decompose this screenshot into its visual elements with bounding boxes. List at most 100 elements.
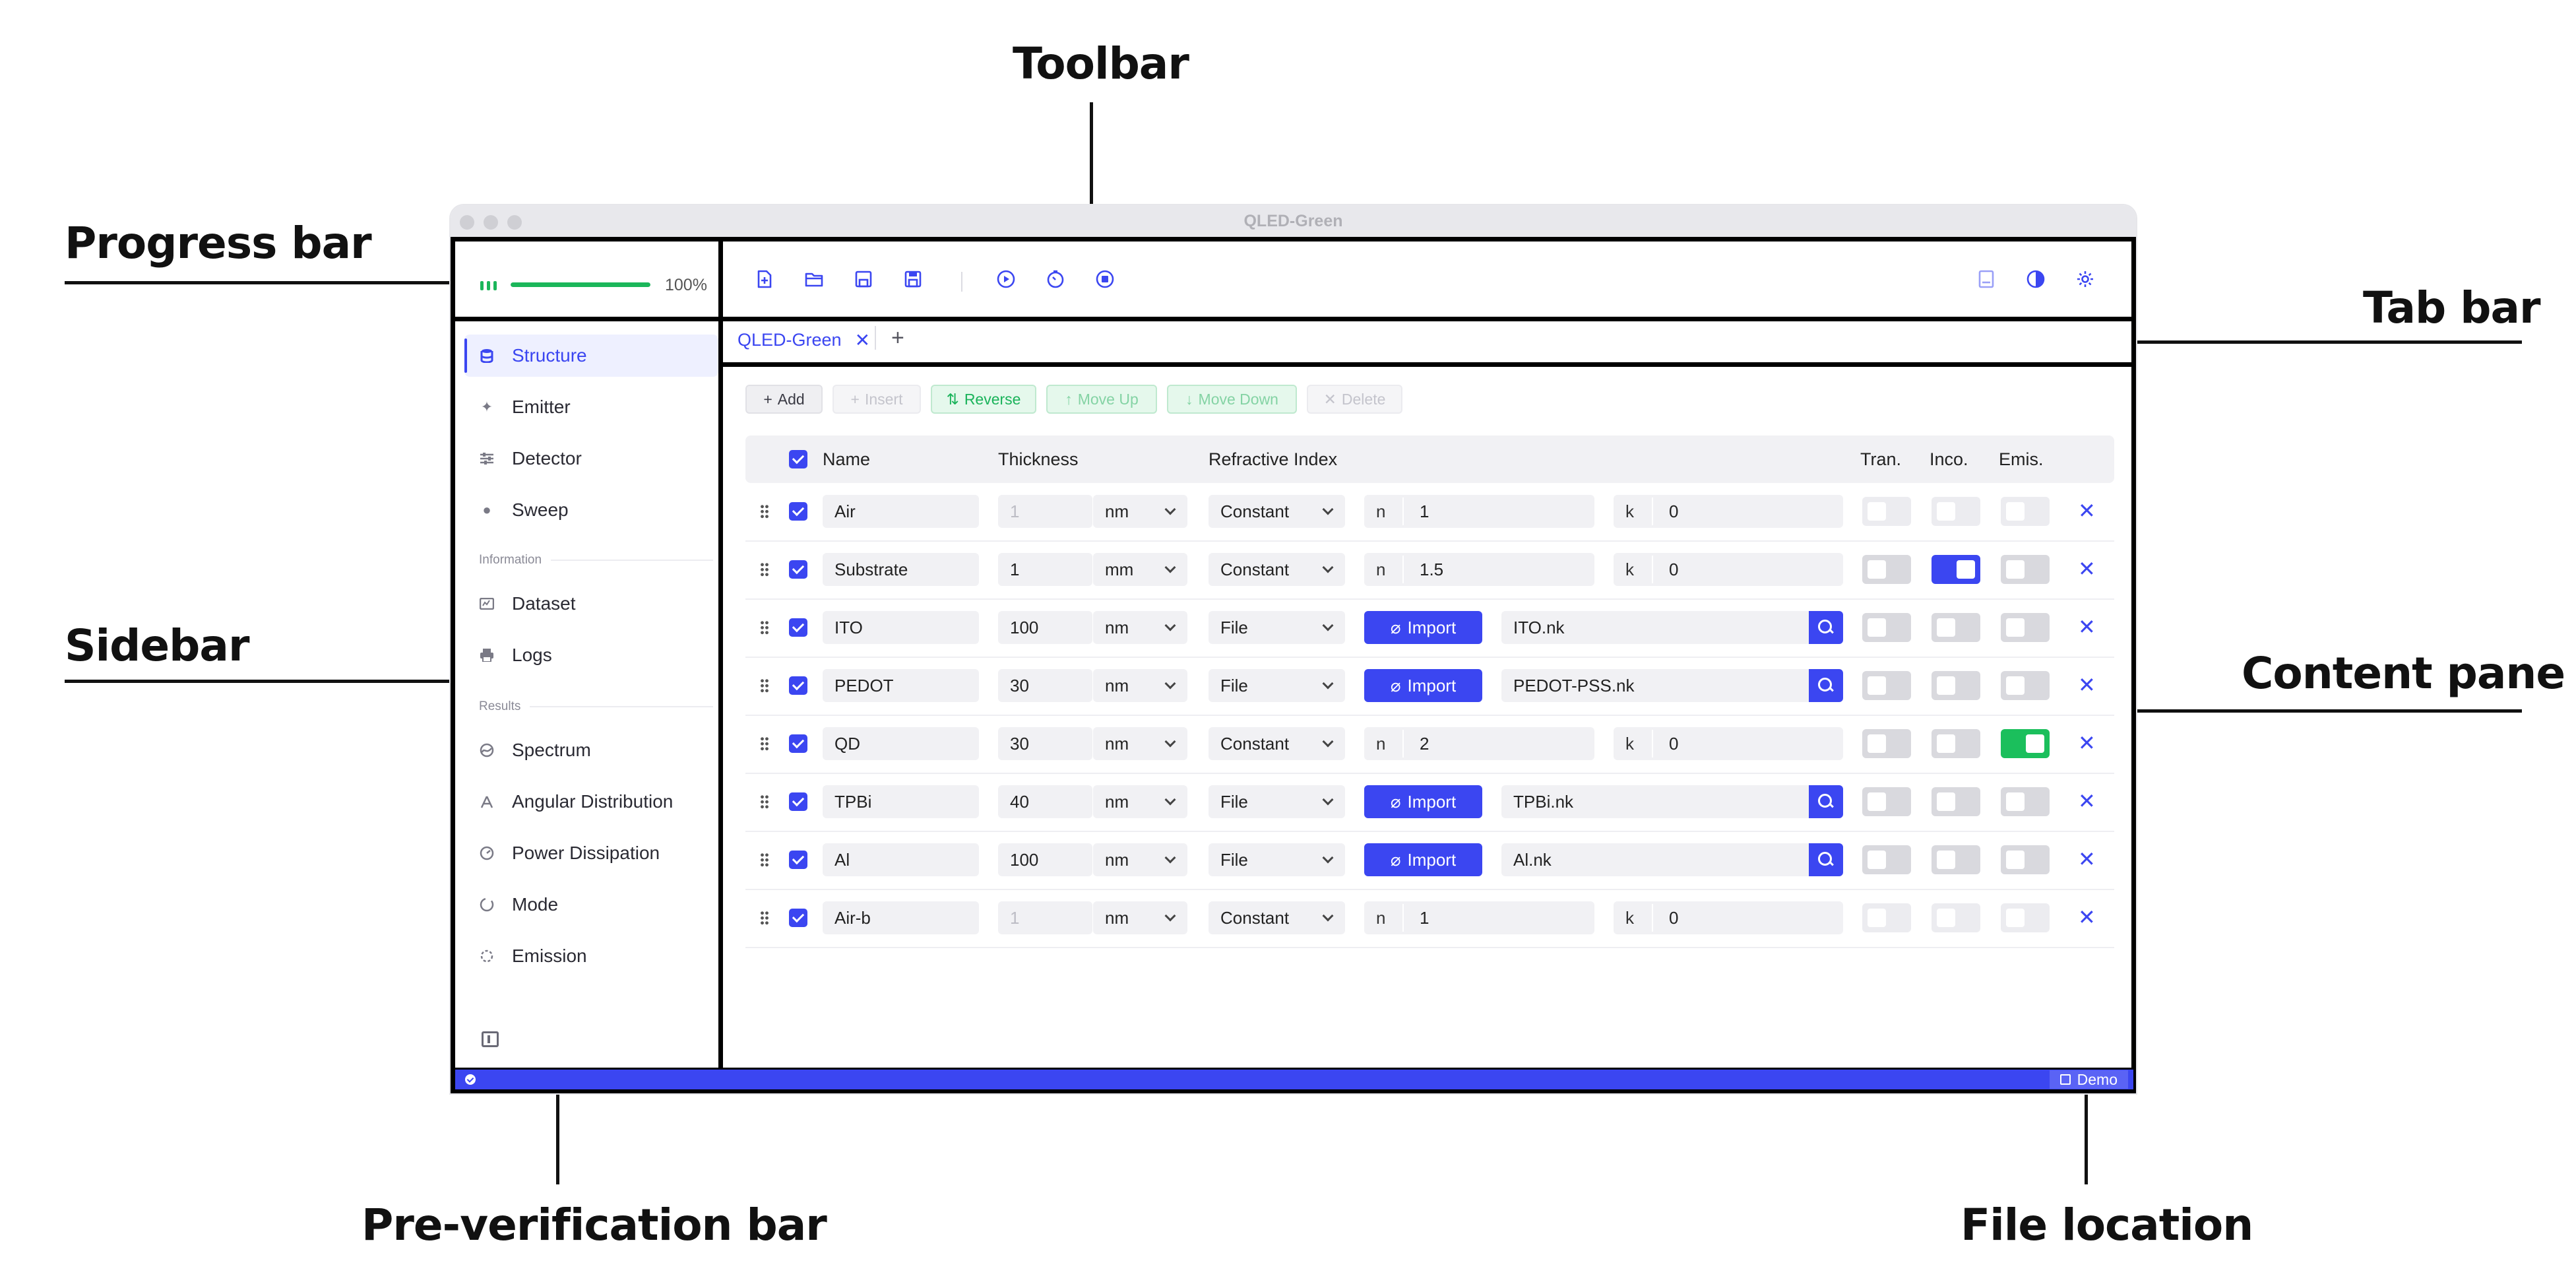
delete-row-icon[interactable]: ✕ xyxy=(2078,730,2096,756)
inco-toggle[interactable] xyxy=(1932,613,1980,642)
inco-toggle[interactable] xyxy=(1932,787,1980,816)
drag-handle-icon[interactable] xyxy=(760,620,769,635)
nk-file-field[interactable]: ITO.nk xyxy=(1501,611,1843,644)
save-icon[interactable] xyxy=(854,269,873,289)
drag-handle-icon[interactable] xyxy=(760,911,769,925)
inco-toggle[interactable] xyxy=(1932,729,1980,758)
gear-icon[interactable] xyxy=(2075,269,2095,289)
theme-icon[interactable] xyxy=(2026,269,2046,289)
stop-icon[interactable] xyxy=(1095,269,1115,289)
sidebar-item-spectrum[interactable]: Spectrum xyxy=(464,729,718,771)
delete-layer-button[interactable]: ✕ Delete xyxy=(1307,385,1402,414)
delete-row-icon[interactable]: ✕ xyxy=(2078,789,2096,814)
search-file-button[interactable] xyxy=(1809,611,1843,644)
tran-toggle[interactable] xyxy=(1862,903,1911,932)
delete-row-icon[interactable]: ✕ xyxy=(2078,498,2096,523)
nk-file-field[interactable]: PEDOT-PSS.nk xyxy=(1501,669,1843,702)
sidebar-item-power-dissipation[interactable]: Power Dissipation xyxy=(464,832,718,874)
drag-handle-icon[interactable] xyxy=(760,504,769,519)
unit-select[interactable]: nm xyxy=(1093,727,1187,760)
timer-icon[interactable] xyxy=(1046,269,1065,289)
move-up-button[interactable]: ↑ Move Up xyxy=(1046,385,1157,414)
row-checkbox[interactable] xyxy=(789,792,807,811)
thickness-field[interactable]: 30 xyxy=(998,727,1092,760)
insert-layer-button[interactable]: + Insert xyxy=(832,385,921,414)
import-file-button[interactable]: ⌀ Import xyxy=(1364,611,1482,644)
emis-toggle[interactable] xyxy=(2001,671,2050,700)
save-as-icon[interactable] xyxy=(903,269,923,289)
ri-mode-select[interactable]: Constant xyxy=(1209,495,1345,528)
tran-toggle[interactable] xyxy=(1862,497,1911,526)
import-file-button[interactable]: ⌀ Import xyxy=(1364,843,1482,876)
k-field[interactable]: k0 xyxy=(1614,495,1843,528)
new-file-icon[interactable] xyxy=(755,269,774,289)
inco-toggle[interactable] xyxy=(1932,845,1980,874)
drag-handle-icon[interactable] xyxy=(760,736,769,751)
play-icon[interactable] xyxy=(996,269,1016,289)
emis-toggle[interactable] xyxy=(2001,729,2050,758)
move-down-button[interactable]: ↓ Move Down xyxy=(1167,385,1297,414)
import-file-button[interactable]: ⌀ Import xyxy=(1364,669,1482,702)
tran-toggle[interactable] xyxy=(1862,845,1911,874)
k-field[interactable]: k0 xyxy=(1614,727,1843,760)
row-checkbox[interactable] xyxy=(789,560,807,579)
n-field[interactable]: n1 xyxy=(1364,901,1594,934)
emis-toggle[interactable] xyxy=(2001,497,2050,526)
drag-handle-icon[interactable] xyxy=(760,678,769,693)
unit-select[interactable]: nm xyxy=(1093,611,1187,644)
add-tab-icon[interactable]: + xyxy=(891,325,904,351)
n-field[interactable]: n 1.5 xyxy=(1364,553,1594,586)
nk-file-field[interactable]: Al.nk xyxy=(1501,843,1843,876)
delete-row-icon[interactable]: ✕ xyxy=(2078,614,2096,639)
select-all-checkbox[interactable] xyxy=(789,450,807,468)
tran-toggle[interactable] xyxy=(1862,729,1911,758)
thickness-field[interactable]: 100 xyxy=(998,611,1092,644)
ri-mode-select[interactable]: File xyxy=(1209,843,1345,876)
row-checkbox[interactable] xyxy=(789,676,807,695)
ri-mode-select[interactable]: File xyxy=(1209,611,1345,644)
layer-name-field[interactable]: TPBi xyxy=(823,785,979,818)
notebook-icon[interactable] xyxy=(1976,269,1996,289)
ri-mode-select[interactable]: Constant xyxy=(1209,553,1345,586)
row-checkbox[interactable] xyxy=(789,502,807,521)
layer-name-field[interactable]: Al xyxy=(823,843,979,876)
drag-handle-icon[interactable] xyxy=(760,562,769,577)
tran-toggle[interactable] xyxy=(1862,613,1911,642)
ri-mode-select[interactable]: File xyxy=(1209,669,1345,702)
emis-toggle[interactable] xyxy=(2001,845,2050,874)
row-checkbox[interactable] xyxy=(789,618,807,637)
ri-mode-select[interactable]: Constant xyxy=(1209,727,1345,760)
emis-toggle[interactable] xyxy=(2001,787,2050,816)
layer-name-field[interactable]: PEDOT xyxy=(823,669,979,702)
ri-mode-select[interactable]: Constant xyxy=(1209,901,1345,934)
delete-row-icon[interactable]: ✕ xyxy=(2078,847,2096,872)
row-checkbox[interactable] xyxy=(789,851,807,869)
thickness-field[interactable]: 1 xyxy=(998,553,1092,586)
sidebar-item-emitter[interactable]: ✦ Emitter xyxy=(464,386,718,428)
unit-select[interactable]: nm xyxy=(1093,843,1187,876)
thickness-field[interactable]: 1 xyxy=(998,495,1092,528)
nk-file-field[interactable]: TPBi.nk xyxy=(1501,785,1843,818)
delete-row-icon[interactable]: ✕ xyxy=(2078,556,2096,581)
n-field[interactable]: n1 xyxy=(1364,495,1594,528)
collapse-sidebar-icon[interactable] xyxy=(482,1031,499,1047)
layer-name-field[interactable]: QD xyxy=(823,727,979,760)
unit-select[interactable]: nm xyxy=(1093,901,1187,934)
thickness-field[interactable]: 30 xyxy=(998,669,1092,702)
layer-name-field[interactable]: Air-b xyxy=(823,901,979,934)
inco-toggle[interactable] xyxy=(1932,555,1980,584)
sidebar-item-detector[interactable]: Detector xyxy=(464,437,718,480)
unit-select[interactable]: nm xyxy=(1093,669,1187,702)
file-location[interactable]: Demo xyxy=(2049,1070,2128,1089)
emis-toggle[interactable] xyxy=(2001,903,2050,932)
unit-select[interactable]: nm xyxy=(1093,785,1187,818)
drag-handle-icon[interactable] xyxy=(760,853,769,867)
sidebar-item-logs[interactable]: Logs xyxy=(464,634,718,676)
row-checkbox[interactable] xyxy=(789,909,807,927)
search-file-button[interactable] xyxy=(1809,785,1843,818)
n-field[interactable]: n2 xyxy=(1364,727,1594,760)
k-field[interactable]: k0 xyxy=(1614,553,1843,586)
tab-close-icon[interactable]: ✕ xyxy=(855,329,870,351)
inco-toggle[interactable] xyxy=(1932,903,1980,932)
layer-name-field[interactable]: Substrate xyxy=(823,553,979,586)
